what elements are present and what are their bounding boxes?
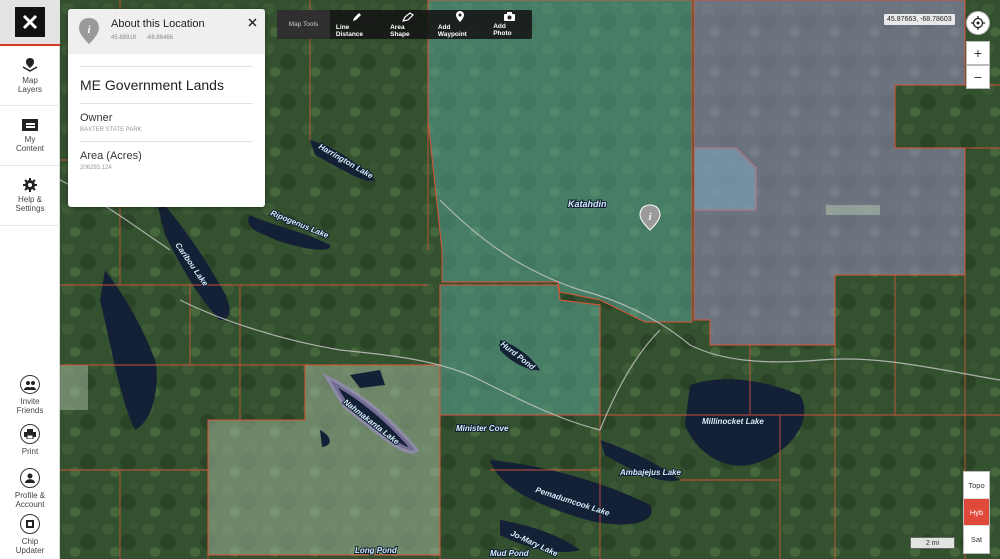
basemap-switcher: Topo Hyb Sat <box>963 471 990 554</box>
map-label: Ambajejus Lake <box>619 468 681 477</box>
basemap-hybrid-button[interactable]: Hyb <box>964 499 989 526</box>
basemap-topo-button[interactable]: Topo <box>964 472 989 499</box>
sidebar-item-my-content[interactable]: My Content <box>0 106 60 166</box>
tool-label: Add Photo <box>493 23 512 37</box>
private-land-parcel <box>826 205 880 215</box>
sidebar-item-label: Help & Settings <box>15 195 45 213</box>
coordinate-readout: 45.87663, -68.78603 <box>884 14 955 25</box>
baxter-state-park-area <box>427 0 693 323</box>
line-distance-button[interactable]: Line Distance <box>330 10 384 39</box>
area-shape-button[interactable]: Area Shape <box>384 10 432 39</box>
area-shape-icon <box>401 11 414 22</box>
info-panel-header: i About this Location 45.88918 -68.86466 <box>68 9 265 54</box>
close-button[interactable] <box>15 7 45 37</box>
info-latitude: 45.88918 <box>111 35 137 41</box>
close-icon <box>248 18 257 27</box>
scale-bar: 2 mi <box>910 537 955 549</box>
sidebar-item-label: Invite Friends <box>16 397 44 415</box>
area-label: Area (Acres) <box>80 150 142 162</box>
sidebar-item-label: Map Layers <box>17 76 42 94</box>
sidebar-item-profile-account[interactable]: Profile & Account <box>0 467 60 509</box>
private-land-parcel <box>60 365 88 410</box>
map-label: Long Pond <box>355 546 398 555</box>
close-icon <box>22 14 38 30</box>
sidebar-item-label: My Content <box>15 135 45 153</box>
map-layers-icon <box>22 58 38 72</box>
zoom-out-button[interactable]: − <box>966 65 990 89</box>
waypoint-icon <box>455 11 464 22</box>
invite-friends-icon <box>20 375 40 394</box>
sidebar-item-invite-friends[interactable]: Invite Friends <box>0 375 60 415</box>
info-pin-icon: i <box>79 18 99 44</box>
map-label: Minister Cove <box>456 424 509 433</box>
info-close-button[interactable] <box>248 14 257 30</box>
area-value: 206293.124 <box>80 165 112 171</box>
sidebar-item-chip-updater[interactable]: Chip Updater <box>0 513 60 555</box>
owner-label: Owner <box>80 112 113 124</box>
map-tools-caption: Map Tools <box>277 10 330 39</box>
add-photo-button[interactable]: Add Photo <box>487 10 532 39</box>
owner-value: BAXTER STATE PARK <box>80 127 142 133</box>
sidebar-item-label: Profile & Account <box>14 490 46 509</box>
sidebar-item-label: Print <box>21 446 39 456</box>
info-panel-body: ME Government Lands Owner BAXTER STATE P… <box>68 54 265 179</box>
add-waypoint-button[interactable]: Add Waypoint <box>432 10 487 39</box>
zoom-controls: + − <box>966 41 990 89</box>
map-tools-toolbar: Map Tools Line Distance Area Shape Add W… <box>277 10 532 39</box>
tool-label: Line Distance <box>335 23 364 38</box>
locate-me-button[interactable] <box>966 11 990 35</box>
svg-text:i: i <box>649 212 652 223</box>
sidebar-item-help-settings[interactable]: Help & Settings <box>0 166 60 226</box>
map-label: Mud Pond <box>490 549 530 558</box>
map-label: Millinocket Lake <box>702 417 764 426</box>
sidebar-item-label: Chip Updater <box>15 536 45 555</box>
crosshair-icon <box>971 16 985 30</box>
info-longitude: -68.86466 <box>146 35 174 41</box>
zoom-in-button[interactable]: + <box>966 41 990 65</box>
location-info-panel: i About this Location 45.88918 -68.86466… <box>68 9 265 207</box>
close-menu-area <box>0 0 60 46</box>
sidebar: Map Layers My Content Help & Settings In… <box>0 0 60 559</box>
tool-label: Area Shape <box>390 23 410 38</box>
sidebar-item-print[interactable]: Print <box>0 422 60 457</box>
sidebar-item-map-layers[interactable]: Map Layers <box>0 46 60 106</box>
map-label: Katahdin <box>568 199 607 209</box>
chip-icon <box>20 513 40 534</box>
land-name: ME Government Lands <box>80 77 224 93</box>
gear-icon <box>23 178 37 192</box>
basemap-satellite-button[interactable]: Sat <box>964 526 989 553</box>
info-panel-title: About this Location <box>111 18 205 30</box>
camera-icon <box>504 12 516 21</box>
folder-icon <box>22 119 38 131</box>
profile-icon <box>20 467 40 488</box>
printer-icon <box>20 423 40 444</box>
tool-label: Add Waypoint <box>437 24 467 38</box>
pencil-icon <box>353 12 362 21</box>
